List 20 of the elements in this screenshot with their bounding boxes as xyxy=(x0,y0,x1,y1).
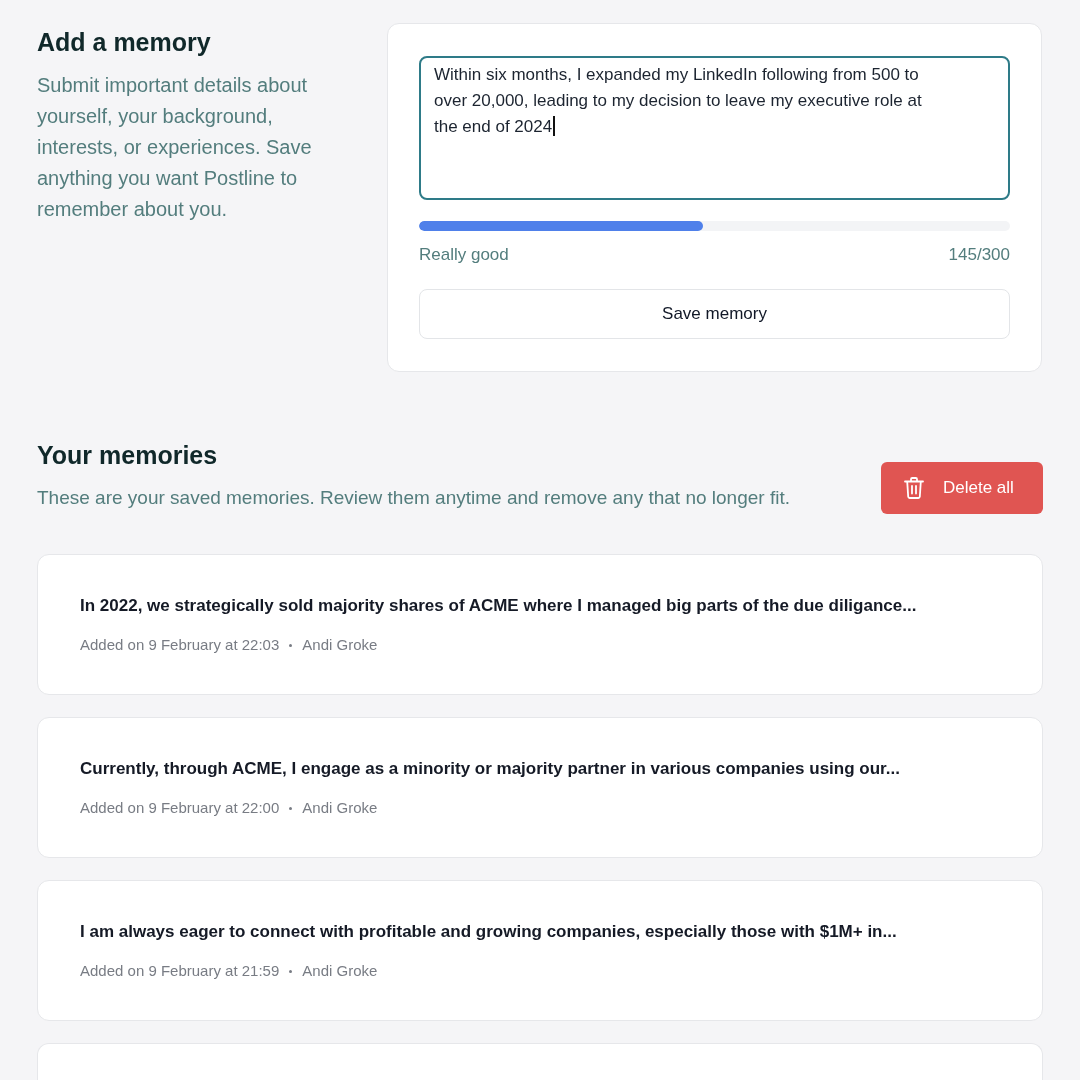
memory-date: Added on 9 February at 21:59 xyxy=(80,961,280,981)
section-description: These are your saved memories. Review them anytime and remove any that no longer fit. xyxy=(37,486,790,510)
memory-text-field[interactable]: Within six months, I expanded my LinkedIn following from 500 to over 20,000, leading to my decision to leave my executive role at the end of 2024 xyxy=(419,56,1010,200)
memory-text: In 2022, we strategically sold majority shares of ACME where I managed big parts of the due diligance... xyxy=(80,595,917,617)
section-heading: Your memories xyxy=(37,440,218,471)
character-count: 145/300 xyxy=(948,244,1010,266)
section-description: Submit important details about yourself, your background, interests, or experiences. Save anything you want Postline to remember about you. xyxy=(37,73,313,222)
memory-author: Andi Groke xyxy=(302,798,378,818)
save-memory-button[interactable]: Save memory xyxy=(419,289,1010,339)
section-heading: Add a memory xyxy=(37,27,211,58)
memory-text: Currently, through ACME, I engage as a minority or majority partner in various companies using our... xyxy=(80,758,900,780)
memory-author: Andi Groke xyxy=(302,961,378,981)
delete-all-button[interactable]: Delete all xyxy=(881,462,1043,514)
trash-icon xyxy=(904,477,924,499)
text-cursor xyxy=(553,116,555,136)
quality-label: Really good xyxy=(419,244,509,266)
memory-author: Andi Groke xyxy=(302,635,378,655)
memory-text: I am always eager to connect with profitable and growing companies, especially those with $1M+ in... xyxy=(80,921,897,943)
memory-date: Added on 9 February at 22:00 xyxy=(80,798,280,818)
memory-date: Added on 9 February at 22:03 xyxy=(80,635,280,655)
